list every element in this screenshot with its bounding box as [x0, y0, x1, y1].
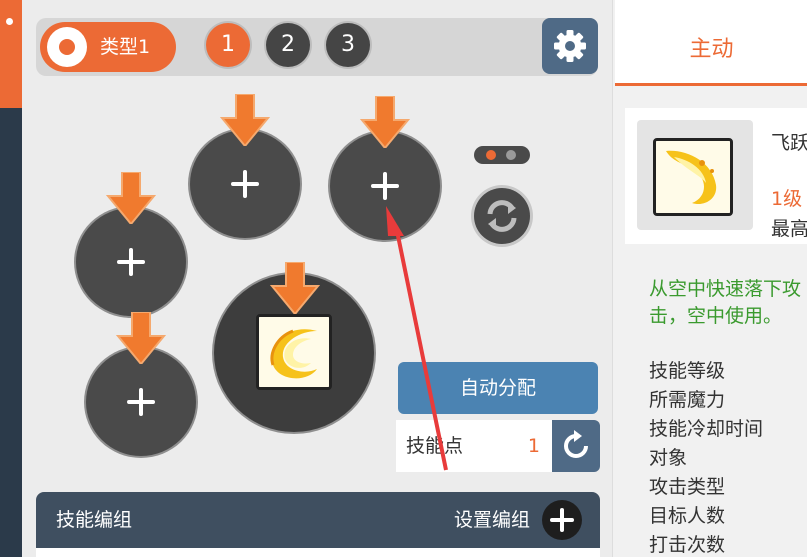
- skill-slot-empty[interactable]: [76, 208, 186, 316]
- skill-flame-icon: [653, 138, 733, 216]
- skill-icon-frame: [637, 120, 753, 230]
- skill-points-label: 技能点: [406, 435, 464, 457]
- radio-ring-icon: [47, 27, 87, 67]
- tab-active-skills[interactable]: 主动: [615, 0, 807, 86]
- skill-slot-empty[interactable]: [86, 348, 196, 456]
- auto-assign-button[interactable]: 自动分配: [398, 362, 598, 414]
- plus-icon: [371, 172, 399, 200]
- skill-slot-empty[interactable]: [330, 132, 440, 240]
- page-indicator: [474, 146, 530, 164]
- stat-label: 目标人数: [649, 505, 726, 527]
- stat-label: 技能冷却时间: [649, 418, 764, 440]
- skill-level: 1级: [771, 188, 803, 210]
- plus-icon: [231, 170, 259, 198]
- preset-button-1[interactable]: 1: [206, 23, 250, 67]
- skill-detail-panel: 主动 飞跃 1级 最高 从空中快速落下攻击，空中使用。 技能等级 所需魔力 技能…: [612, 0, 807, 557]
- stat-label: 技能等级: [649, 360, 726, 382]
- skill-group-setting-label[interactable]: 设置编组: [454, 492, 530, 548]
- preset-button-2[interactable]: 2: [266, 23, 310, 67]
- down-arrow-icon: [270, 262, 320, 314]
- skill-config-panel: 类型1 1 2 3 自动分配 技能点 1 技能编组 设置编组: [22, 0, 612, 557]
- type-selector-button[interactable]: 类型1: [40, 22, 176, 72]
- type-selector-label: 类型1: [100, 36, 151, 58]
- skill-description: 从空中快速落下攻击，空中使用。: [649, 278, 802, 327]
- settings-button[interactable]: [542, 18, 598, 74]
- stat-label: 所需魔力: [649, 389, 726, 411]
- skill-flame-icon: [256, 314, 332, 390]
- swap-button[interactable]: [474, 188, 530, 244]
- preset-button-3[interactable]: 3: [326, 23, 370, 67]
- stat-label: 对象: [649, 447, 688, 469]
- down-arrow-icon: [106, 172, 156, 224]
- edge-dot: [6, 18, 13, 25]
- skill-group-title: 技能编组: [56, 509, 133, 531]
- down-arrow-icon: [360, 96, 410, 148]
- skill-max-level: 最高: [771, 218, 807, 240]
- plus-icon: [117, 248, 145, 276]
- skill-slot-empty[interactable]: [190, 130, 300, 238]
- skill-points-value: 1: [527, 435, 540, 457]
- down-arrow-icon: [116, 312, 166, 364]
- reset-icon: [564, 430, 588, 458]
- down-arrow-icon: [220, 94, 270, 146]
- stat-label: 打击次数: [649, 534, 726, 556]
- edge-accent: [0, 0, 22, 108]
- plus-icon: [127, 388, 155, 416]
- skill-name: 飞跃: [771, 132, 807, 154]
- skill-group-bar: 技能编组 设置编组: [36, 492, 600, 552]
- plus-icon: [550, 508, 574, 532]
- add-group-button[interactable]: [542, 500, 582, 540]
- left-edge-strip: [0, 0, 22, 557]
- stat-label: 攻击类型: [649, 476, 726, 498]
- page-dot: [506, 150, 516, 160]
- skill-group-content: [36, 548, 600, 557]
- reset-points-button[interactable]: [552, 420, 600, 472]
- skill-points-display: 技能点 1: [396, 420, 554, 472]
- refresh-icon: [487, 200, 517, 232]
- settings-gear-icon: [554, 30, 586, 62]
- preset-toolbar: 类型1 1 2 3: [36, 18, 598, 76]
- page-dot-active: [486, 150, 496, 160]
